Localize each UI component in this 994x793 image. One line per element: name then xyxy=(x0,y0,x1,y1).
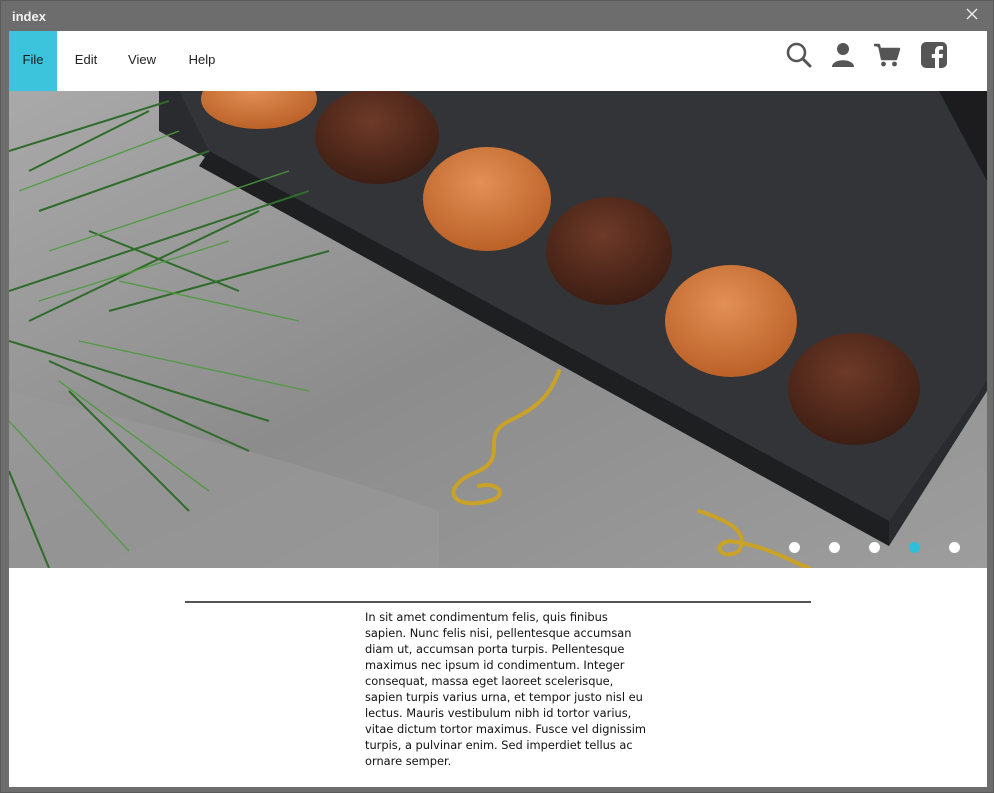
carousel-dot-active[interactable] xyxy=(909,542,920,553)
carousel-dot[interactable] xyxy=(949,542,960,553)
carousel-dot[interactable] xyxy=(829,542,840,553)
menu-help[interactable]: Help xyxy=(182,31,222,91)
search-icon[interactable] xyxy=(785,41,813,69)
carousel-indicators xyxy=(789,542,979,554)
title-bar[interactable]: index xyxy=(1,1,993,31)
menu-file[interactable]: File xyxy=(9,31,57,91)
cart-icon[interactable] xyxy=(873,41,901,69)
image-carousel[interactable] xyxy=(9,91,987,568)
facebook-icon[interactable] xyxy=(920,41,948,69)
app-window: index File Edit View Help In sit amet co… xyxy=(0,0,994,793)
user-icon[interactable] xyxy=(829,41,857,69)
client-area: File Edit View Help In sit amet condimen… xyxy=(9,31,987,787)
carousel-dot[interactable] xyxy=(789,542,800,553)
carousel-slide-image xyxy=(9,91,987,568)
carousel-dot[interactable] xyxy=(869,542,880,553)
body-paragraph: In sit amet condimentum felis, quis fini… xyxy=(365,610,647,768)
menu-bar: File Edit View Help xyxy=(9,31,987,91)
content-divider xyxy=(185,601,811,603)
window-title: index xyxy=(12,9,46,24)
menu-edit[interactable]: Edit xyxy=(66,31,106,91)
menu-view[interactable]: View xyxy=(122,31,162,91)
close-icon[interactable] xyxy=(965,7,979,21)
